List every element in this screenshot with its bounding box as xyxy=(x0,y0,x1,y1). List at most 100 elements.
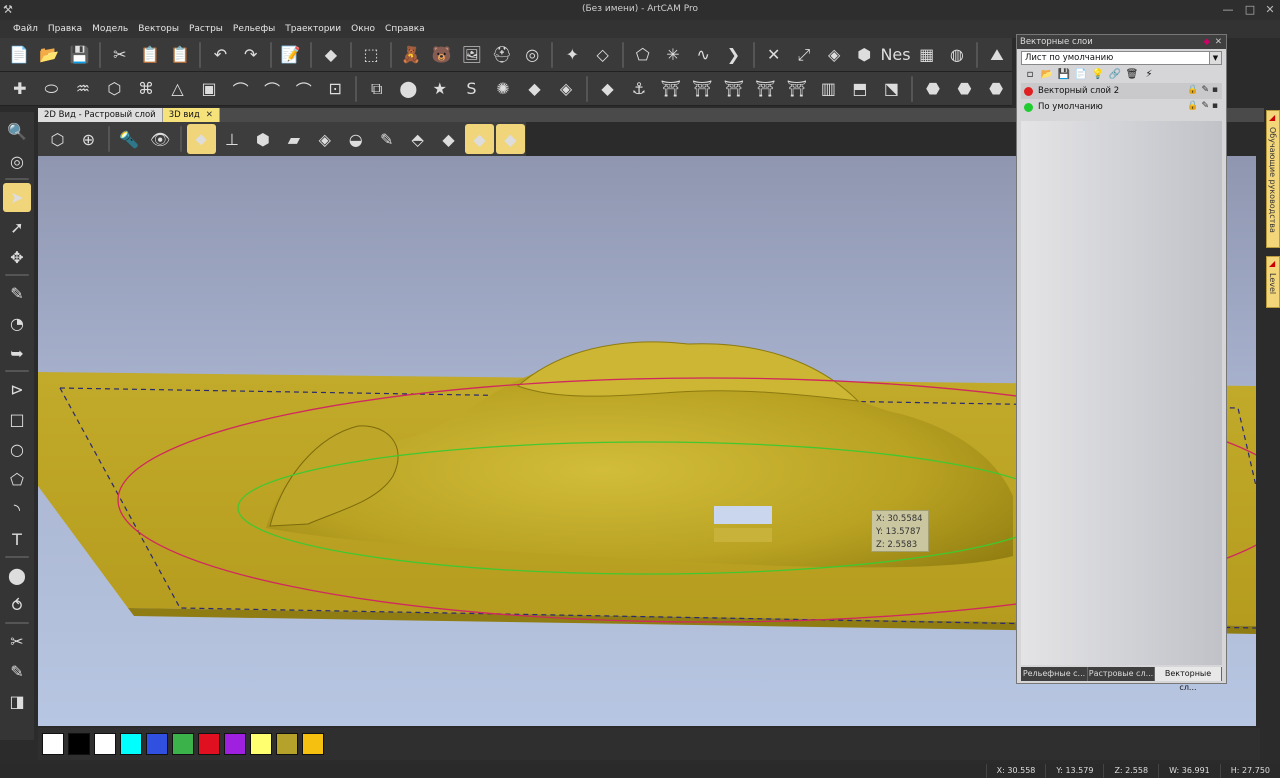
tb2-tool-20-icon[interactable]: ◆ xyxy=(593,74,623,104)
lefttb-tool-19-icon[interactable]: ⥀ xyxy=(3,591,31,620)
tb1-tool-32-icon[interactable]: ⤢ xyxy=(790,40,818,70)
tb2-tool-12-icon[interactable]: ⧉ xyxy=(362,74,392,104)
tb2-tool-33-icon[interactable]: ⬣ xyxy=(981,74,1011,104)
viewtb-tool-3-icon[interactable]: 🔦 xyxy=(115,124,144,154)
viewtb-tool-4-icon[interactable]: 👁 xyxy=(146,124,175,154)
layer-tool-4-icon[interactable]: 💡 xyxy=(1091,69,1105,81)
viewtb-tool-8-icon[interactable]: ⬢ xyxy=(248,124,277,154)
tb1-tool-29-icon[interactable]: ❯ xyxy=(719,40,747,70)
lefttb-tool-1-icon[interactable]: ◎ xyxy=(3,147,31,176)
fill-color-swatch[interactable] xyxy=(42,733,64,755)
chevron-down-icon[interactable]: ▼ xyxy=(1209,52,1221,64)
tb2-tool-22-icon[interactable]: ⛩ xyxy=(656,74,686,104)
tab-relief-layers[interactable]: Рельефные с... xyxy=(1021,667,1088,681)
lefttb-tool-15-icon[interactable]: ◝ xyxy=(3,495,31,524)
tb1-tool-39-icon[interactable]: ⛰ xyxy=(983,40,1011,70)
tb2-tool-8-icon[interactable]: ⌒ xyxy=(257,74,287,104)
tb2-tool-28-icon[interactable]: ⬒ xyxy=(845,74,875,104)
tb1-tool-36-icon[interactable]: ▦ xyxy=(913,40,941,70)
viewtb-tool-9-icon[interactable]: ▰ xyxy=(279,124,308,154)
tb2-tool-6-icon[interactable]: ▣ xyxy=(194,74,224,104)
layer-tool-1-icon[interactable]: 📂 xyxy=(1040,69,1054,81)
tb2-tool-27-icon[interactable]: ▥ xyxy=(814,74,844,104)
menu-model[interactable]: Модель xyxy=(87,20,133,38)
tb2-tool-4-icon[interactable]: ⌘ xyxy=(131,74,161,104)
lefttb-tool-23-icon[interactable]: ◨ xyxy=(3,687,31,716)
viewtb-tool-16-icon[interactable]: ◆ xyxy=(495,124,525,154)
tab-bitmap-layers[interactable]: Растровые сл... xyxy=(1088,667,1155,681)
palette-swatch[interactable] xyxy=(224,733,246,755)
tb1-tool-9-icon[interactable]: ↷ xyxy=(237,40,265,70)
layer-tool-3-icon[interactable]: 📄 xyxy=(1074,69,1088,81)
tb2-tool-21-icon[interactable]: ⚓ xyxy=(624,74,654,104)
palette-swatch[interactable] xyxy=(94,733,116,755)
layer-tool-5-icon[interactable]: 🔗 xyxy=(1108,69,1122,81)
tb1-tool-11-icon[interactable]: 📝 xyxy=(277,40,305,70)
tb2-tool-26-icon[interactable]: ⛩ xyxy=(782,74,812,104)
tab-level[interactable]: ◢ Level xyxy=(1266,256,1280,308)
tb2-tool-29-icon[interactable]: ⬔ xyxy=(877,74,907,104)
tb2-tool-9-icon[interactable]: ⌒ xyxy=(289,74,319,104)
tab-tutorials[interactable]: ◢ Обучающие руководства xyxy=(1266,110,1280,248)
menu-window[interactable]: Окно xyxy=(346,20,380,38)
palette-swatch[interactable] xyxy=(276,733,298,755)
lefttb-tool-16-icon[interactable]: T xyxy=(3,525,31,554)
tb2-tool-0-icon[interactable]: ✚ xyxy=(5,74,35,104)
tb1-tool-2-icon[interactable]: 💾 xyxy=(66,40,94,70)
lefttb-tool-5-icon[interactable]: ✥ xyxy=(3,243,31,272)
viewtb-tool-13-icon[interactable]: ⬘ xyxy=(403,124,432,154)
tb2-tool-32-icon[interactable]: ⬣ xyxy=(950,74,980,104)
palette-swatch[interactable] xyxy=(68,733,90,755)
tb1-tool-4-icon[interactable]: ✂ xyxy=(106,40,134,70)
tb1-tool-26-icon[interactable]: ⬠ xyxy=(629,40,657,70)
viewtb-tool-10-icon[interactable]: ◈ xyxy=(310,124,339,154)
lefttb-tool-22-icon[interactable]: ✎ xyxy=(3,657,31,686)
layer-tool-7-icon[interactable]: ⚡ xyxy=(1142,69,1156,81)
layer-tool-0-icon[interactable]: ▫ xyxy=(1023,69,1037,81)
tb2-tool-24-icon[interactable]: ⛩ xyxy=(719,74,749,104)
palette-swatch[interactable] xyxy=(302,733,324,755)
tb1-tool-17-icon[interactable]: 🧸 xyxy=(397,40,425,70)
panel-close-button[interactable]: ✕ xyxy=(1215,35,1222,49)
layer-tool-6-icon[interactable]: 🗑 xyxy=(1125,69,1139,81)
tb1-tool-18-icon[interactable]: 🐻 xyxy=(427,40,455,70)
layer-color-icon[interactable] xyxy=(1024,102,1033,112)
tab-vector-layers[interactable]: Векторные сл... xyxy=(1155,667,1222,692)
tb1-tool-31-icon[interactable]: ✕ xyxy=(760,40,788,70)
sheet-select[interactable]: Лист по умолчанию ▼ xyxy=(1021,51,1222,65)
palette-swatch[interactable] xyxy=(250,733,272,755)
tab-2d-view[interactable]: 2D Вид - Растровый слой xyxy=(38,108,163,122)
lefttb-tool-8-icon[interactable]: ◔ xyxy=(3,309,31,338)
tb1-tool-34-icon[interactable]: ⬢ xyxy=(850,40,878,70)
tb1-tool-33-icon[interactable]: ◈ xyxy=(820,40,848,70)
palette-swatch[interactable] xyxy=(198,733,220,755)
menu-reliefs[interactable]: Рельефы xyxy=(228,20,280,38)
lefttb-tool-13-icon[interactable]: ○ xyxy=(3,435,31,464)
tb2-tool-31-icon[interactable]: ⬣ xyxy=(918,74,948,104)
palette-swatch[interactable] xyxy=(172,733,194,755)
lefttb-tool-7-icon[interactable]: ✎ xyxy=(3,279,31,308)
palette-swatch[interactable] xyxy=(146,733,168,755)
tb1-tool-23-icon[interactable]: ✦ xyxy=(558,40,586,70)
tb2-tool-1-icon[interactable]: ⬭ xyxy=(37,74,67,104)
layer-tool-2-icon[interactable]: 💾 xyxy=(1057,69,1071,81)
tb2-tool-7-icon[interactable]: ⌒ xyxy=(226,74,256,104)
tb2-tool-16-icon[interactable]: ✺ xyxy=(488,74,518,104)
pin-icon[interactable]: ◆ xyxy=(1203,35,1210,49)
lefttb-tool-9-icon[interactable]: ➥ xyxy=(3,339,31,368)
tab-3d-view[interactable]: 3D вид ✕ xyxy=(162,108,220,122)
lefttb-tool-14-icon[interactable]: ⬠ xyxy=(3,465,31,494)
menu-help[interactable]: Справка xyxy=(380,20,430,38)
layer-color-icon[interactable] xyxy=(1024,86,1033,96)
tb1-tool-20-icon[interactable]: ⛑ xyxy=(488,40,516,70)
viewtb-tool-6-icon[interactable]: ⬥ xyxy=(186,124,216,154)
lefttb-tool-12-icon[interactable]: □ xyxy=(3,405,31,434)
viewtb-tool-11-icon[interactable]: ◒ xyxy=(341,124,370,154)
layer-row[interactable]: По умолчанию 🔒 ✎ ▪ xyxy=(1021,99,1222,115)
tb2-tool-25-icon[interactable]: ⛩ xyxy=(751,74,781,104)
close-tab-icon[interactable]: ✕ xyxy=(206,110,213,120)
viewtb-tool-12-icon[interactable]: ✎ xyxy=(372,124,401,154)
tb1-tool-24-icon[interactable]: ◇ xyxy=(588,40,616,70)
tb2-tool-18-icon[interactable]: ◈ xyxy=(551,74,581,104)
tb1-tool-21-icon[interactable]: ◎ xyxy=(518,40,546,70)
